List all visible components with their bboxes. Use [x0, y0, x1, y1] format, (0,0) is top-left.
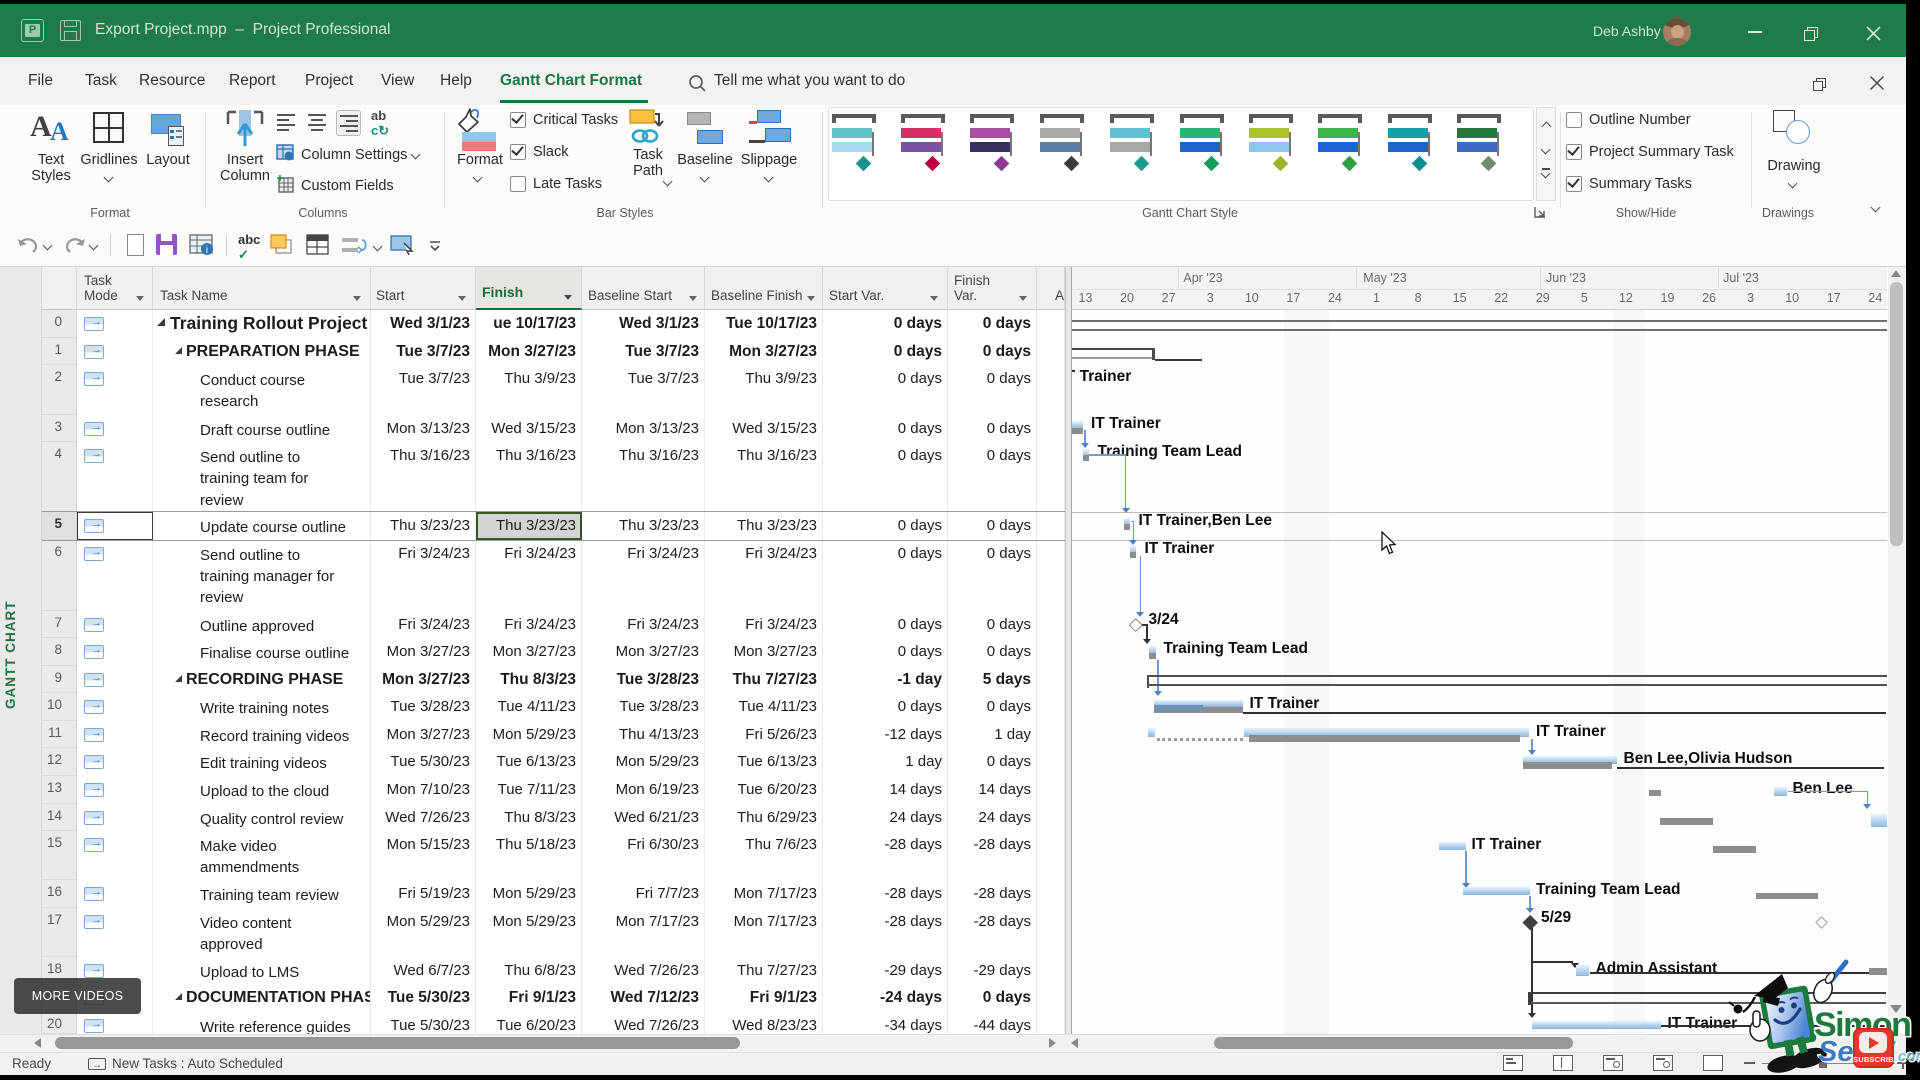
- svg-text:i: i: [206, 245, 208, 256]
